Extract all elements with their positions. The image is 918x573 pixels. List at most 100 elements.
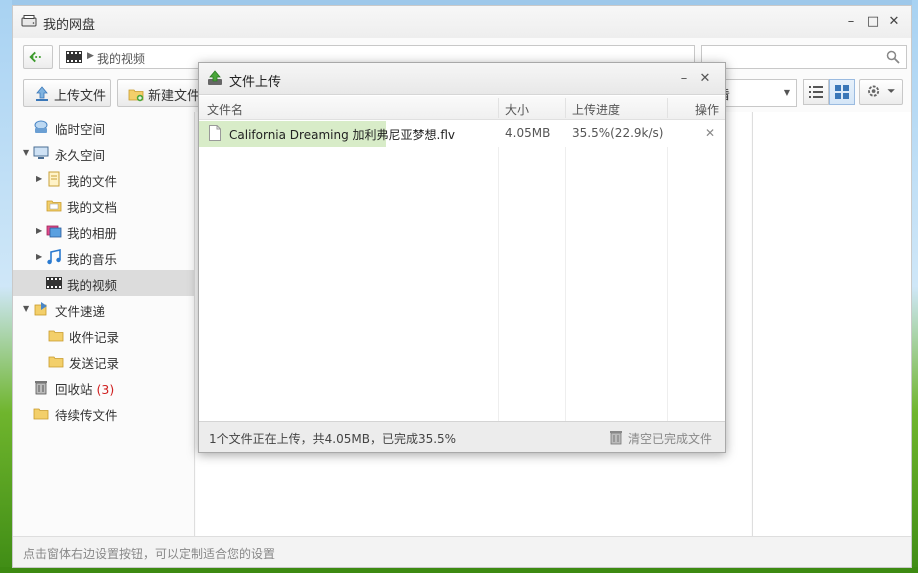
title-bar[interactable]: 我的网盘 – □ ✕: [13, 6, 911, 38]
sidebar-item-label: 文件速递: [55, 304, 106, 319]
expand-arrow-icon[interactable]: ▶: [36, 226, 42, 235]
sidebar-item-label: 收件记录: [69, 330, 120, 345]
back-arrow-icon: [29, 51, 42, 63]
upload-button[interactable]: 上传文件: [23, 79, 111, 107]
sidebar-item-my-photos[interactable]: ▶ 我的相册: [13, 218, 194, 244]
upload-file-size: 4.05MB: [505, 126, 551, 140]
upload-dialog-footer: 1个文件正在上传，共4.05MB，已完成35.5% 清空已完成文件: [199, 421, 725, 452]
column-divider[interactable]: [565, 98, 566, 118]
upload-dialog: 文件上传 – ✕ 文件名 大小 上传进度 操作 California Dream…: [198, 62, 726, 453]
sidebar-item-label: 我的音乐: [67, 252, 118, 267]
sidebar-item-label: 永久空间: [55, 148, 106, 163]
sidebar-item-my-music[interactable]: ▶ 我的音乐: [13, 244, 194, 270]
minimize-button[interactable]: –: [843, 14, 859, 30]
film-icon: [66, 51, 82, 63]
computer-icon: [33, 146, 49, 159]
sidebar-item-label: 我的相册: [67, 226, 118, 241]
upload-list-empty-area: [498, 147, 668, 421]
desktop-background-right: [912, 0, 918, 573]
settings-button[interactable]: [859, 79, 903, 105]
sidebar-item-permanent-space[interactable]: ▼ 永久空间: [13, 140, 194, 166]
sidebar-item-sent-records[interactable]: 发送记录: [13, 348, 194, 374]
maximize-button[interactable]: □: [865, 14, 881, 30]
upload-table-header: 文件名 大小 上传进度 操作: [199, 96, 725, 120]
list-view-icon: [809, 86, 823, 98]
upload-button-label: 上传文件: [54, 89, 107, 104]
remove-upload-button[interactable]: ✕: [705, 126, 715, 140]
upload-dialog-title: 文件上传: [229, 75, 282, 90]
desktop-background: [0, 0, 12, 573]
folder-icon: [33, 408, 49, 420]
details-pane: [752, 112, 911, 536]
dialog-close-button[interactable]: ✕: [697, 71, 713, 87]
expand-arrow-icon[interactable]: ▶: [36, 174, 42, 183]
folder-doc-icon: [46, 200, 62, 212]
upload-summary: 1个文件正在上传，共4.05MB，已完成35.5%: [209, 432, 457, 446]
file-doc-icon: [48, 171, 60, 187]
sidebar-item-received-records[interactable]: 收件记录: [13, 322, 194, 348]
disk-drive-icon: [21, 15, 37, 27]
sidebar-item-label: 回收站 (3): [55, 379, 114, 398]
upload-file-name: California Dreaming 加利弗尼亚梦想.flv: [229, 128, 455, 142]
new-file-button-label: 新建文件: [148, 89, 201, 104]
sidebar-item-pending-uploads[interactable]: 待续传文件: [13, 400, 194, 426]
close-button[interactable]: ✕: [886, 14, 902, 30]
sidebar-item-temp-space[interactable]: 临时空间: [13, 114, 194, 140]
recycle-bin-count: (3): [96, 382, 115, 397]
sidebar-item-label: 待续传文件: [55, 408, 118, 423]
column-header-progress[interactable]: 上传进度: [572, 101, 620, 118]
chevron-down-icon: ▼: [783, 88, 790, 97]
collapse-arrow-icon[interactable]: ▼: [23, 304, 29, 313]
column-header-size[interactable]: 大小: [505, 101, 529, 118]
grid-view-button[interactable]: [829, 79, 855, 105]
sidebar-item-file-express[interactable]: ▼ 文件速递: [13, 296, 194, 322]
trash-icon: [610, 431, 622, 445]
upload-icon: [208, 70, 222, 85]
new-folder-icon: [128, 89, 144, 102]
collapse-arrow-icon[interactable]: ▼: [23, 148, 29, 157]
dialog-minimize-button[interactable]: –: [676, 71, 692, 87]
column-divider[interactable]: [667, 98, 668, 118]
new-file-button[interactable]: 新建文件: [117, 79, 201, 107]
recycle-bin-label: 回收站: [55, 382, 93, 397]
sidebar-item-my-files[interactable]: ▶ 我的文件: [13, 166, 194, 192]
sidebar-item-my-documents[interactable]: 我的文档: [13, 192, 194, 218]
sidebar-item-my-videos[interactable]: 我的视频: [13, 270, 194, 296]
upload-dialog-title-bar[interactable]: 文件上传 – ✕: [199, 63, 725, 95]
sidebar-item-label: 我的文档: [67, 200, 118, 215]
file-icon: [209, 125, 221, 141]
window-title: 我的网盘: [43, 18, 96, 33]
column-header-name[interactable]: 文件名: [207, 101, 243, 118]
breadcrumb-separator-icon: ▶: [87, 51, 94, 61]
grid-view-icon: [835, 85, 849, 99]
sidebar-item-recycle-bin[interactable]: 回收站 (3): [13, 374, 194, 400]
trash-icon: [35, 381, 47, 395]
music-note-icon: [47, 249, 61, 265]
folder-icon: [48, 330, 64, 342]
sidebar-item-label: 我的视频: [67, 278, 118, 293]
breadcrumb-current[interactable]: 我的视频: [97, 50, 145, 67]
sidebar-item-label: 我的文件: [67, 174, 118, 189]
folder-icon: [48, 356, 64, 368]
sidebar-item-label: 临时空间: [55, 122, 106, 137]
photo-album-icon: [46, 225, 62, 238]
film-icon: [46, 277, 62, 289]
list-view-button[interactable]: [803, 79, 829, 105]
table-row[interactable]: California Dreaming 加利弗尼亚梦想.flv 4.05MB 3…: [199, 121, 725, 147]
sidebar-item-label: 发送记录: [69, 356, 120, 371]
express-icon: [34, 302, 47, 316]
column-header-action: 操作: [695, 103, 720, 117]
status-bar: 点击窗体右边设置按钮，可以定制适合您的设置: [13, 536, 911, 567]
upload-progress-text: 35.5%(22.9k/s): [572, 126, 664, 140]
gear-icon: [868, 85, 895, 97]
search-icon[interactable]: [886, 50, 900, 64]
sidebar: 临时空间 ▼ 永久空间 ▶ 我的文件 我的文档 ▶ 我的相册 ▶ 我的音乐 我的…: [13, 112, 195, 536]
column-divider[interactable]: [498, 98, 499, 118]
clear-completed-label: 清空已完成文件: [628, 432, 713, 446]
cloud-drive-icon: [34, 120, 48, 133]
status-hint: 点击窗体右边设置按钮，可以定制适合您的设置: [23, 547, 276, 561]
upload-icon: [36, 86, 48, 101]
expand-arrow-icon[interactable]: ▶: [36, 252, 42, 261]
back-button[interactable]: [23, 45, 53, 69]
search-input[interactable]: [701, 45, 907, 69]
